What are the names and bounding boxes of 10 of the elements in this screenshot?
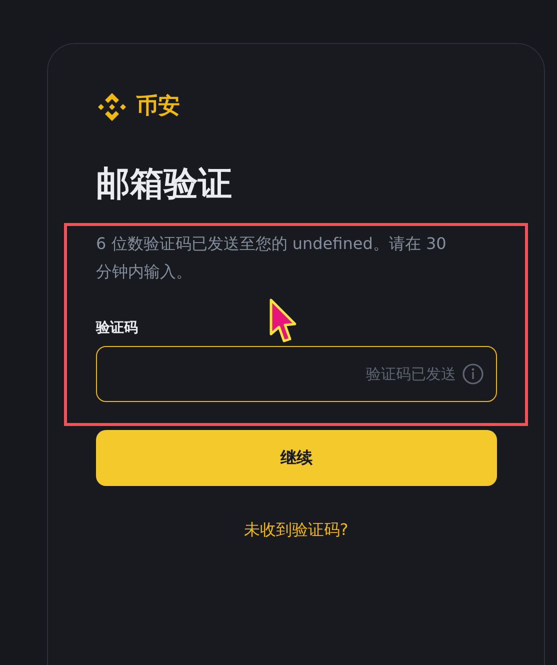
- field-label: 验证码: [96, 319, 138, 338]
- cursor-icon: [268, 297, 298, 343]
- code-sent-status: 验证码已发送: [366, 364, 456, 385]
- info-icon[interactable]: [462, 363, 484, 385]
- page-title: 邮箱验证: [96, 163, 233, 206]
- description-text: 6 位数验证码已发送至您的 undefined。请在 30 分钟内输入。: [96, 233, 448, 283]
- continue-button[interactable]: 继续: [96, 430, 497, 486]
- resend-code-link[interactable]: 未收到验证码?: [244, 518, 348, 542]
- logo-text: 币安: [136, 96, 180, 118]
- logo-icon: [96, 91, 128, 123]
